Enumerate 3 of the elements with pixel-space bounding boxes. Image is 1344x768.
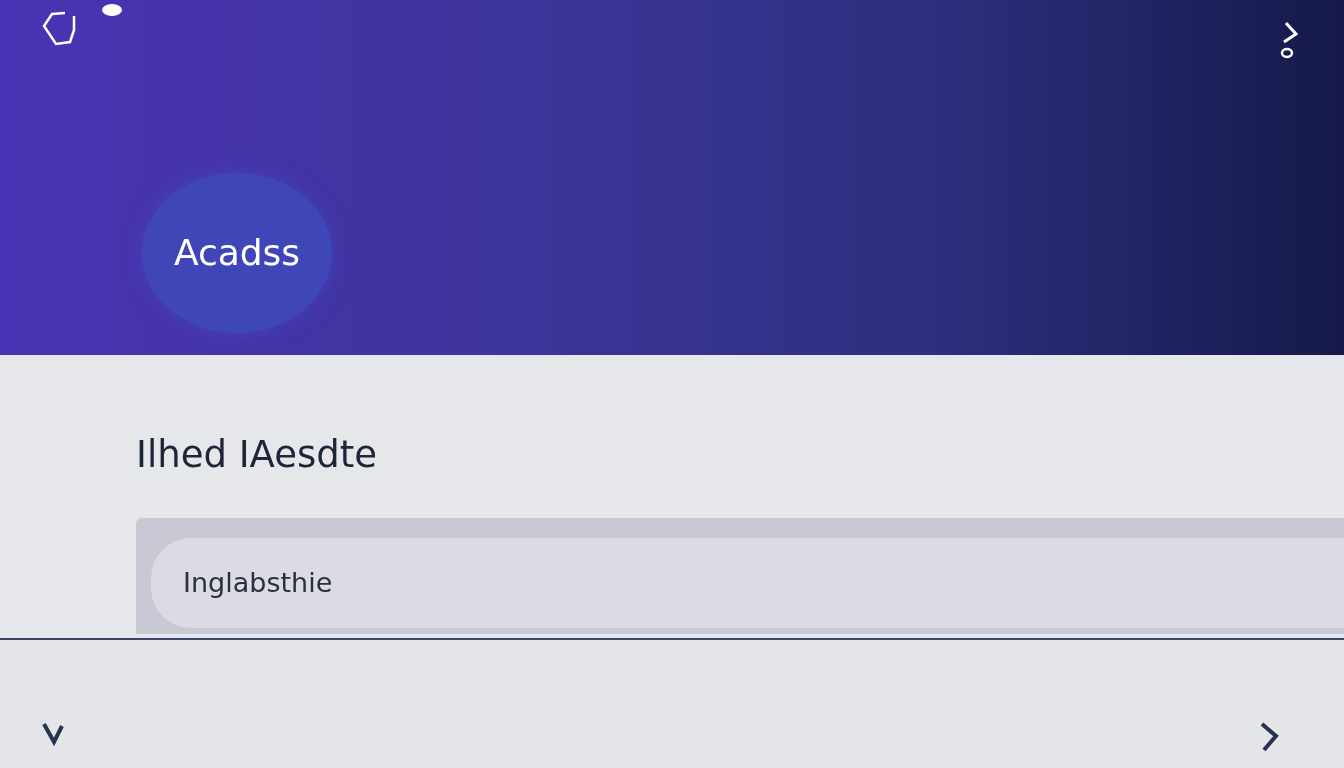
avatar-label: Acadss — [173, 231, 301, 275]
input-field[interactable]: Inglabsthie — [151, 537, 1344, 628]
page-title: Ilhed IAesdte — [136, 435, 379, 476]
